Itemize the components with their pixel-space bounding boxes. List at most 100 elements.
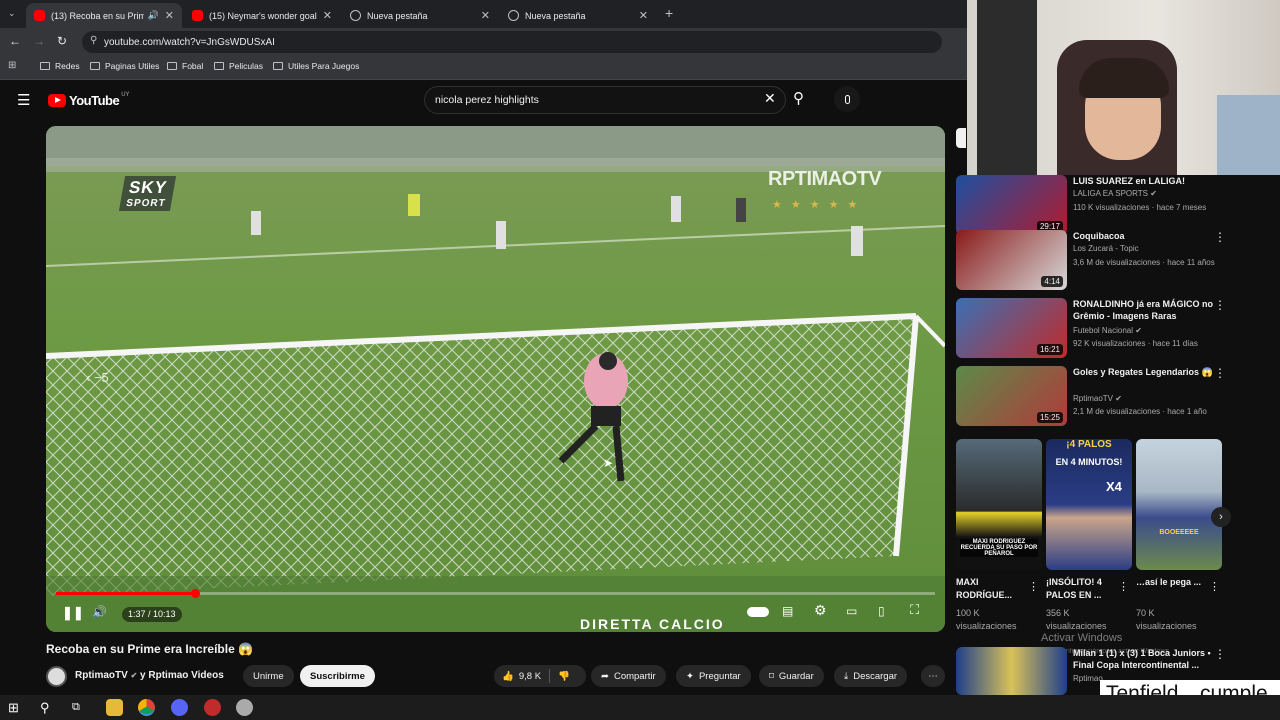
rec-thumbnail[interactable]: 29:17	[956, 175, 1067, 235]
theater-icon[interactable]: ▯	[878, 604, 885, 618]
bookmark-fobal[interactable]: Fobal	[167, 61, 203, 71]
seek-back-indicator: ‹ −5	[86, 370, 109, 385]
settings-icon[interactable]: ⚙	[814, 602, 827, 619]
recorder-icon[interactable]	[204, 699, 221, 716]
rec-channel[interactable]: Rptimao	[1073, 674, 1103, 683]
microphone-icon[interactable]	[834, 86, 860, 112]
short-title-1[interactable]: MAXI RODRÍGUE...	[956, 576, 1026, 602]
channel-names[interactable]: RptimaoTV ✔ y Rptimao Videos	[75, 670, 224, 681]
rec-thumbnail[interactable]: 16:21	[956, 298, 1067, 358]
like-icon[interactable]: 👍	[502, 671, 514, 682]
like-count[interactable]: 9,8 K	[519, 671, 541, 682]
rec-title[interactable]: Coquibacoa	[1073, 230, 1213, 242]
clear-search-icon[interactable]: ✕	[764, 90, 776, 107]
volume-icon[interactable]: 🔊	[92, 605, 107, 619]
join-label: Unirme	[253, 670, 284, 682]
new-tab-icon[interactable]: +	[665, 5, 673, 21]
rec-thumbnail[interactable]: 4:14	[956, 230, 1067, 290]
folder-icon	[214, 62, 224, 70]
subtitles-icon[interactable]: ▤	[782, 604, 793, 618]
more-options-icon[interactable]: ⋮	[1214, 647, 1226, 661]
tab-active[interactable]: (13) Recoba en su Prime era Increíble 🔊 …	[26, 3, 182, 28]
ask-button[interactable]: ✦ Preguntar	[676, 665, 751, 687]
reload-icon[interactable]: ↻	[57, 34, 67, 48]
more-options-icon[interactable]: ⋮	[1209, 580, 1220, 593]
rec-title[interactable]: Goles y Regates Legendarios 😱	[1073, 366, 1213, 378]
more-actions-button[interactable]: ⋯	[921, 665, 945, 687]
download-button[interactable]: ⤓ Descargar	[834, 665, 908, 687]
tab-4[interactable]: Nueva pestaña ✕	[500, 3, 656, 28]
rec-channel[interactable]: LALIGA EA SPORTS ✔	[1073, 189, 1157, 198]
rec-video-4[interactable]: 15:25 Goles y Regates Legendarios 😱 Rpti…	[956, 366, 1226, 426]
miniplayer-icon[interactable]: ▭	[846, 604, 857, 618]
search-input[interactable]: nicola perez highlights	[424, 86, 786, 114]
chip-edge[interactable]	[956, 128, 966, 148]
rec-video-2[interactable]: 4:14 Coquibacoa Los Zucará - Topic 3,6 M…	[956, 230, 1226, 290]
short-title-3[interactable]: …así le pega ...	[1136, 576, 1206, 589]
more-options-icon[interactable]: ⋮	[1118, 580, 1129, 593]
tab-2[interactable]: (15) Neymar's wonder goal against ✕	[184, 3, 340, 28]
fullscreen-icon[interactable]: ⛶	[910, 602, 919, 618]
close-tab-icon[interactable]: ✕	[165, 9, 174, 22]
tab-search-icon[interactable]: ⌄	[8, 8, 16, 19]
address-bar[interactable]: ⚲ youtube.com/watch?v=JnGsWDUSxAI	[82, 31, 942, 53]
pause-icon[interactable]: ❚❚	[62, 605, 84, 621]
video-player[interactable]: SKY SPORT RPTIMAOTV ★★★★★ ‹ −5 DIRETTA C…	[46, 126, 945, 632]
bookmark-paginas-utiles[interactable]: Paginas Utiles	[90, 61, 159, 71]
search-icon[interactable]: ⚲	[793, 89, 804, 107]
chrome-icon[interactable]	[138, 699, 155, 716]
bookmark-utiles-para-juegos[interactable]: Utiles Para Juegos	[273, 61, 359, 71]
speaker-icon[interactable]: 🔊	[148, 10, 159, 21]
more-options-icon[interactable]: ⋮	[1214, 298, 1226, 312]
windows-start-icon[interactable]: ⊞	[8, 699, 25, 716]
rec-video-3[interactable]: 16:21 RONALDINHO já era MÁGICO no Grêmio…	[956, 298, 1226, 358]
close-tab-icon[interactable]: ✕	[639, 9, 648, 22]
subscribe-button[interactable]: Suscribirme	[300, 665, 375, 687]
channel-avatar[interactable]	[46, 666, 67, 687]
file-explorer-icon[interactable]	[106, 699, 123, 716]
short-thumbnail-1[interactable]: MAXI RODRIGUEZ RECUERDA SU PASO POR PEÑA…	[956, 439, 1042, 570]
more-options-icon[interactable]: ⋮	[1214, 366, 1226, 380]
bookmark-peliculas[interactable]: Peliculas	[214, 61, 263, 71]
menu-icon[interactable]: ☰	[17, 91, 30, 109]
rec-channel[interactable]: Los Zucará - Topic	[1073, 244, 1139, 253]
app-icon[interactable]	[236, 699, 253, 716]
channel-name[interactable]: RptimaoTV	[75, 670, 128, 681]
task-view-icon[interactable]: ⧉	[72, 699, 89, 716]
verified-icon: ✔	[1115, 394, 1122, 403]
site-info-icon[interactable]: ⚲	[90, 35, 97, 46]
rec-thumbnail[interactable]	[956, 647, 1067, 695]
time-display: 1:37 / 10:13	[122, 607, 182, 622]
close-tab-icon[interactable]: ✕	[323, 9, 332, 22]
watermark: RPTIMAOTV	[768, 168, 882, 190]
shorts-next-icon[interactable]: ›	[1211, 507, 1231, 527]
bookmark-redes[interactable]: Redes	[40, 61, 80, 71]
discord-icon[interactable]	[171, 699, 188, 716]
apps-grid-icon[interactable]: ⊞	[8, 60, 16, 71]
rec-title[interactable]: RONALDINHO já era MÁGICO no Grêmio - Ima…	[1073, 298, 1213, 322]
share-button[interactable]: ➦ Compartir	[591, 665, 666, 687]
rec-channel[interactable]: RptimaoTV ✔	[1073, 394, 1122, 403]
dislike-icon[interactable]: 👎	[558, 671, 570, 682]
close-tab-icon[interactable]: ✕	[481, 9, 490, 22]
more-options-icon[interactable]: ⋮	[1028, 580, 1039, 593]
forward-icon[interactable]: →	[33, 34, 45, 48]
short-thumbnail-2[interactable]: ¡4 PALOS EN 4 MINUTOS! X4	[1046, 439, 1132, 570]
short-title-2[interactable]: ¡INSÓLITO! 4 PALOS EN ...	[1046, 576, 1116, 602]
back-icon[interactable]: ←	[9, 34, 21, 48]
short-thumbnail-3[interactable]: BOOEEEEE	[1136, 439, 1222, 570]
join-button[interactable]: Unirme	[243, 665, 294, 687]
autoplay-toggle[interactable]	[747, 607, 769, 617]
rec-channel[interactable]: Futebol Nacional ✔	[1073, 326, 1142, 335]
rec-video-1[interactable]: 29:17 LUIS SUAREZ en LALIGA! LALIGA EA S…	[956, 175, 1226, 235]
youtube-logo[interactable]: YouTube UY	[48, 92, 130, 108]
rec-title[interactable]: LUIS SUAREZ en LALIGA!	[1073, 175, 1213, 187]
progress-track[interactable]	[56, 589, 935, 598]
rec-thumbnail[interactable]: 15:25	[956, 366, 1067, 426]
channel-collab[interactable]: y Rptimao Videos	[140, 670, 224, 681]
tab-3[interactable]: Nueva pestaña ✕	[342, 3, 498, 28]
search-icon[interactable]: ⚲	[40, 699, 57, 716]
rec-title[interactable]: Milan 1 (1) x (3) 1 Boca Juniors • Final…	[1073, 647, 1213, 671]
save-button[interactable]: ⌑ Guardar	[759, 665, 824, 687]
more-options-icon[interactable]: ⋮	[1214, 230, 1226, 244]
